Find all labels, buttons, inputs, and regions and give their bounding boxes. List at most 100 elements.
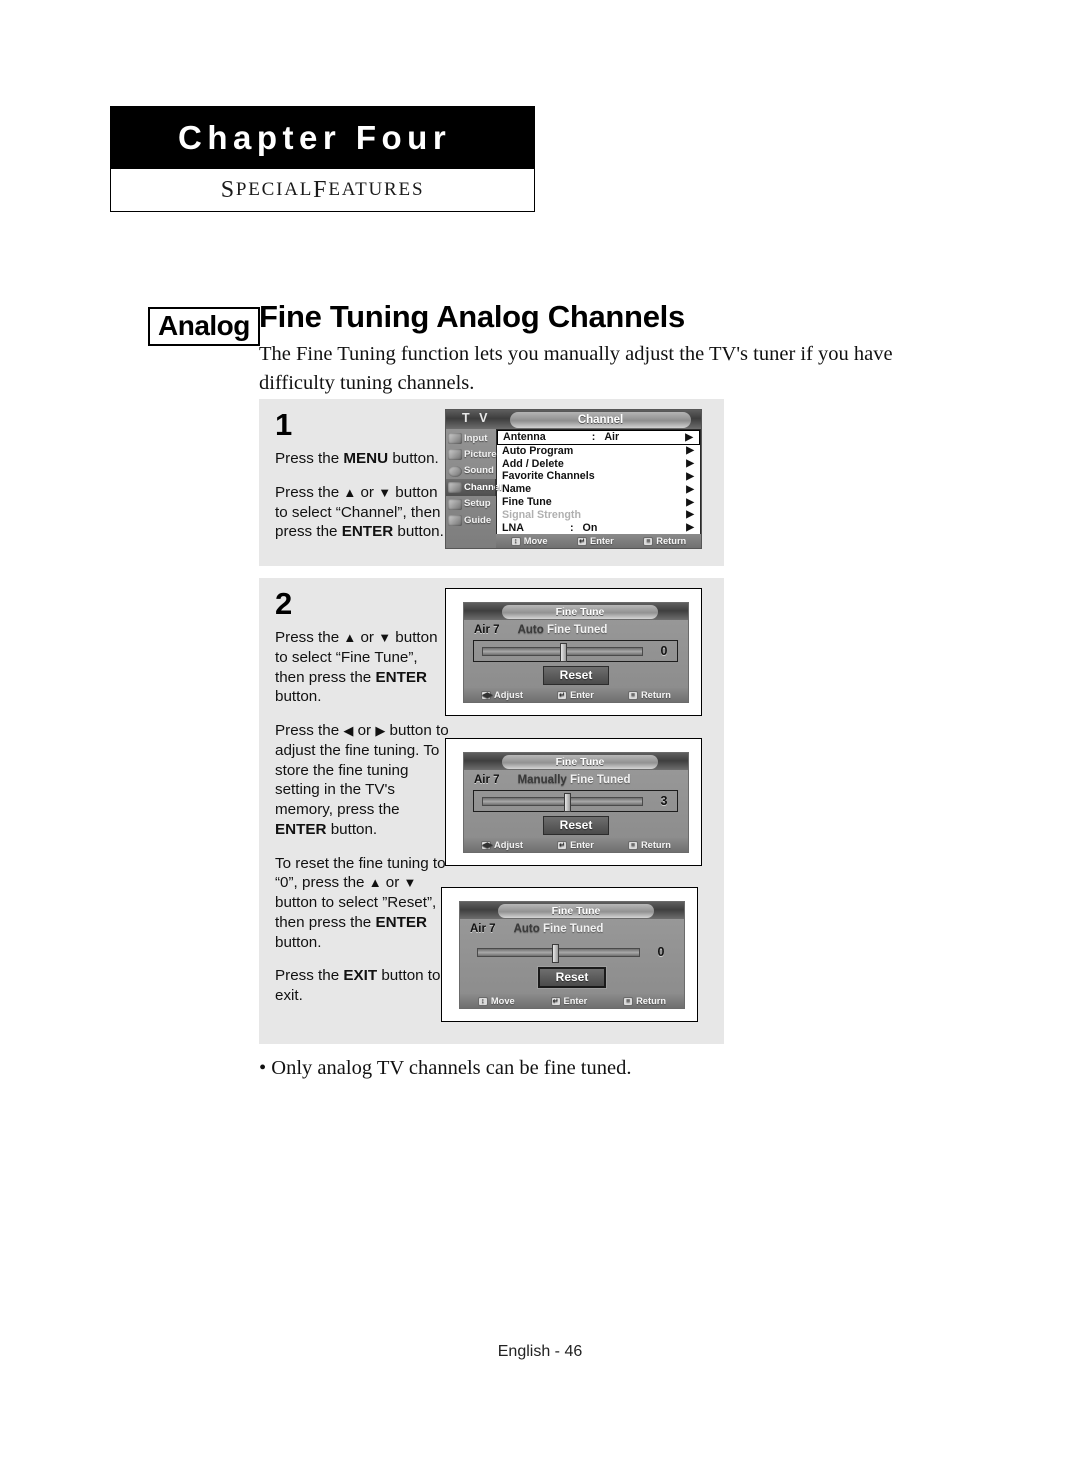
- osd-footer-label: Adjust: [494, 690, 523, 700]
- chapter-subtitle-pecial: PECIAL: [235, 179, 314, 200]
- step-2-para-2: Press the ◀ or ▶ button to adjust the fi…: [275, 721, 451, 840]
- step-1-figure: T V Channel Input Picture Sound Channel Setu…: [445, 399, 724, 566]
- fine-tune-value: 0: [657, 945, 665, 959]
- fine-tune-slider-group[interactable]: 0: [469, 941, 674, 963]
- tv-menu-row-label: Favorite Channels: [502, 470, 595, 483]
- s2p3-enter-key: ENTER: [375, 913, 427, 931]
- s2p2-enter-key: ENTER: [275, 820, 327, 838]
- osd-footer-item-move: ↕ Move: [510, 536, 548, 546]
- fine-tune-channel-label: Air 7: [470, 923, 496, 935]
- adjust-icon: ◀▶: [481, 690, 493, 700]
- setup-icon: [448, 498, 462, 510]
- tv-menu-row-label: Auto Program: [502, 444, 574, 457]
- fine-tune-status-row: Air 7 Auto Fine Tuned: [460, 919, 684, 937]
- enter-icon: ↵: [550, 996, 561, 1006]
- page-number-footer: English - 46: [497, 1343, 583, 1360]
- chapter-subtitle: S PECIAL F EATURES: [110, 169, 535, 212]
- tv-menu-row[interactable]: Name ▶: [497, 483, 700, 496]
- tv-menu-footer-bar: ↕ Move ↵ Enter ≡ Return: [496, 534, 701, 548]
- tv-sidebar-item-input[interactable]: Input: [446, 430, 496, 446]
- osd-footer-item-enter: ↵ Enter: [577, 536, 614, 546]
- fine-tune-channel-label: Air 7: [474, 624, 500, 636]
- move-icon: ↕: [477, 996, 488, 1006]
- tv-sidebar-label: Setup: [464, 498, 491, 510]
- tv-menu-row[interactable]: Add / Delete ▶: [497, 457, 700, 470]
- move-icon: ↕: [510, 536, 521, 546]
- chevron-right-icon: ▶: [686, 509, 694, 521]
- chapter-title: Chapter Four: [110, 106, 535, 169]
- fine-tune-slider-handle[interactable]: [559, 642, 567, 662]
- tv-sidebar-item-guide[interactable]: Guide: [446, 512, 496, 528]
- fine-tune-mode-prefix: Auto: [513, 923, 540, 935]
- osd-footer-label: Enter: [563, 996, 588, 1006]
- osd-footer-label: Return: [636, 996, 667, 1006]
- fine-tune-reset-button[interactable]: Reset: [537, 967, 607, 988]
- fine-tune-mode-suffix: Fine Tuned: [543, 624, 608, 636]
- tv-menu-row-colon: :: [569, 521, 574, 534]
- tv-menu-row-label: Name: [502, 483, 532, 496]
- osd-footer-label: Return: [640, 690, 671, 700]
- osd-footer-item-return: ≡ Return: [623, 996, 666, 1006]
- fine-tune-title: Fine Tune: [502, 604, 658, 619]
- step-1-para-1: Press the MENU button.: [275, 449, 451, 469]
- fine-tune-slider-track[interactable]: [482, 792, 643, 812]
- picture-icon: [448, 449, 462, 461]
- tv-sidebar-label: Sound: [464, 465, 494, 477]
- osd-footer-item-return: ≡ Return: [643, 536, 686, 546]
- tv-sidebar-item-channel[interactable]: Channel: [446, 479, 502, 496]
- fine-tune-slider-group[interactable]: 3: [473, 790, 678, 812]
- s2p4-pre: Press the: [275, 967, 344, 985]
- tv-channel-menu-screenshot: T V Channel Input Picture Sound Channel Setu…: [445, 409, 702, 549]
- tv-menu-row[interactable]: Antenna: Air ▶: [497, 430, 700, 445]
- fine-tune-slider-track[interactable]: [477, 943, 640, 963]
- step-2-figures: Fine Tune Air 7 Auto Fine Tuned 0 Reset ◀▶ Adj…: [441, 578, 724, 1044]
- s1p2-enter-key: ENTER: [341, 523, 394, 541]
- tv-sidebar-label: Picture: [464, 449, 497, 461]
- tv-sidebar-item-picture[interactable]: Picture: [446, 446, 497, 462]
- fine-tune-reset-button[interactable]: Reset: [542, 816, 610, 835]
- enter-icon: ↵: [557, 840, 568, 850]
- right-arrow-icon: ▶: [375, 723, 386, 738]
- fine-tune-reset-button[interactable]: Reset: [542, 666, 610, 685]
- chevron-right-icon: ▶: [685, 431, 693, 443]
- s2p3-pre: To reset the fine tuning to “0”, press t…: [275, 854, 446, 892]
- fine-tune-topbar: Fine Tune: [460, 902, 684, 919]
- fine-tune-slider-group[interactable]: 0: [473, 640, 678, 662]
- tv-menu-row-label: Signal Strength: [502, 508, 581, 521]
- fine-tune-slider-handle[interactable]: [552, 943, 560, 963]
- fine-tune-channel-label: Air 7: [474, 774, 500, 786]
- step-2-panel: 2 Press the ▲ or ▼ button to select “Fin…: [259, 578, 724, 1044]
- tv-menu-row-label: Fine Tune: [502, 496, 552, 509]
- fine-tune-value: 3: [660, 794, 668, 808]
- tv-menu-row[interactable]: Fine Tune ▶: [497, 496, 700, 509]
- intro-paragraph: The Fine Tuning function lets you manual…: [259, 343, 893, 395]
- s1p2-or: or: [356, 483, 379, 501]
- s2p1-or: or: [356, 629, 379, 646]
- s1p2-pre: Press the: [275, 483, 344, 501]
- s2p2-pre: Press the: [275, 722, 344, 739]
- fine-tune-slider-track[interactable]: [482, 642, 643, 662]
- tv-menu-row-label: Antenna: [503, 431, 546, 444]
- sound-icon: [448, 465, 462, 477]
- tv-menu-row[interactable]: Signal Strength ▶: [497, 508, 700, 521]
- tv-menu-row[interactable]: Auto Program ▶: [497, 445, 700, 458]
- input-icon: [448, 433, 462, 444]
- osd-footer-label: Move: [523, 536, 548, 546]
- fine-tune-mode-suffix: Fine Tuned: [539, 923, 604, 935]
- step-2-para-4: Press the EXIT button to exit.: [275, 966, 451, 1006]
- fine-tune-value: 0: [660, 644, 668, 658]
- tv-osd-topbar: T V Channel: [446, 410, 701, 429]
- tv-brand-label: T V: [462, 411, 491, 425]
- osd-footer-item-adjust: ◀▶ Adjust: [481, 840, 523, 850]
- chapter-subtitle-eatures: EATURES: [328, 179, 425, 200]
- analog-badge: Analog: [148, 307, 260, 347]
- tv-menu-row[interactable]: Favorite Channels ▶: [497, 470, 700, 483]
- tv-sidebar-item-setup[interactable]: Setup: [446, 496, 496, 512]
- fine-tune-osd: Fine Tune Air 7 Auto Fine Tuned 0 Reset ↕ Move…: [459, 901, 685, 1009]
- fine-tune-slider-handle[interactable]: [564, 792, 572, 812]
- fine-tune-topbar: Fine Tune: [464, 603, 688, 620]
- osd-footer-label: Enter: [570, 840, 594, 850]
- osd-footer-label: Return: [640, 840, 671, 850]
- tv-menu-row[interactable]: LNA: On ▶: [497, 521, 700, 534]
- tv-sidebar-item-sound[interactable]: Sound: [446, 463, 496, 479]
